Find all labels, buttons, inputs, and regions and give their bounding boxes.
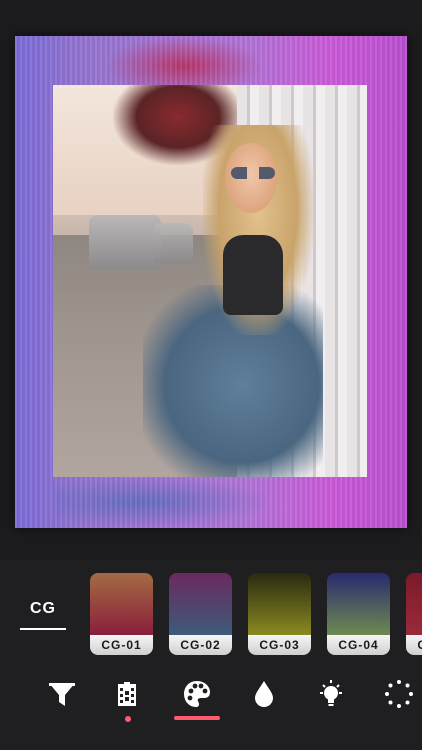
filter-label: CG-02 (169, 635, 232, 655)
photo-subject-glasses (231, 167, 275, 179)
tool-bar (0, 668, 422, 728)
editor-panel: CG CG-01 CG-02 CG-03 CG-04 CG-05 (0, 562, 422, 750)
filter-tool-button[interactable] (44, 676, 80, 712)
filter-card-cg-05[interactable]: CG-05 (406, 573, 422, 655)
filter-swatch (248, 573, 311, 635)
filter-card-cg-03[interactable]: CG-03 (248, 573, 311, 655)
edited-photo[interactable] (53, 85, 367, 477)
filter-strip[interactable]: CG-01 CG-02 CG-03 CG-04 CG-05 (90, 573, 422, 657)
photo-subject-top (223, 235, 283, 315)
filter-label: CG-04 (327, 635, 390, 655)
photo-frame[interactable] (15, 36, 407, 528)
category-label: CG (30, 600, 56, 617)
filter-swatch (327, 573, 390, 635)
palette-tool-button[interactable] (179, 676, 215, 712)
film-tool-indicator-dot (125, 716, 131, 722)
light-tool-button[interactable] (313, 676, 349, 712)
active-tool-indicator (174, 716, 220, 720)
photo-car (89, 215, 161, 269)
filter-swatch (169, 573, 232, 635)
category-underline (20, 628, 66, 630)
category-tab-cg[interactable]: CG (20, 600, 66, 630)
filter-label: CG-01 (90, 635, 153, 655)
palette-icon (184, 681, 210, 707)
filter-card-cg-01[interactable]: CG-01 (90, 573, 153, 655)
filter-card-cg-04[interactable]: CG-04 (327, 573, 390, 655)
dots-circle-icon (385, 680, 413, 708)
drop-tool-button[interactable] (246, 676, 282, 712)
filter-swatch (406, 573, 422, 635)
filter-icon (49, 683, 75, 706)
filter-label: CG-03 (248, 635, 311, 655)
film-tool-button[interactable] (110, 676, 146, 712)
photo-canvas (0, 0, 422, 560)
drop-icon (255, 681, 273, 707)
lightbulb-icon (320, 680, 342, 706)
film-icon (118, 682, 136, 706)
dots-tool-button[interactable] (381, 676, 417, 712)
app-root: CG CG-01 CG-02 CG-03 CG-04 CG-05 (0, 0, 422, 750)
photo-car-2 (153, 223, 193, 263)
filter-label: CG-05 (406, 635, 422, 655)
filter-swatch (90, 573, 153, 635)
filter-card-cg-02[interactable]: CG-02 (169, 573, 232, 655)
